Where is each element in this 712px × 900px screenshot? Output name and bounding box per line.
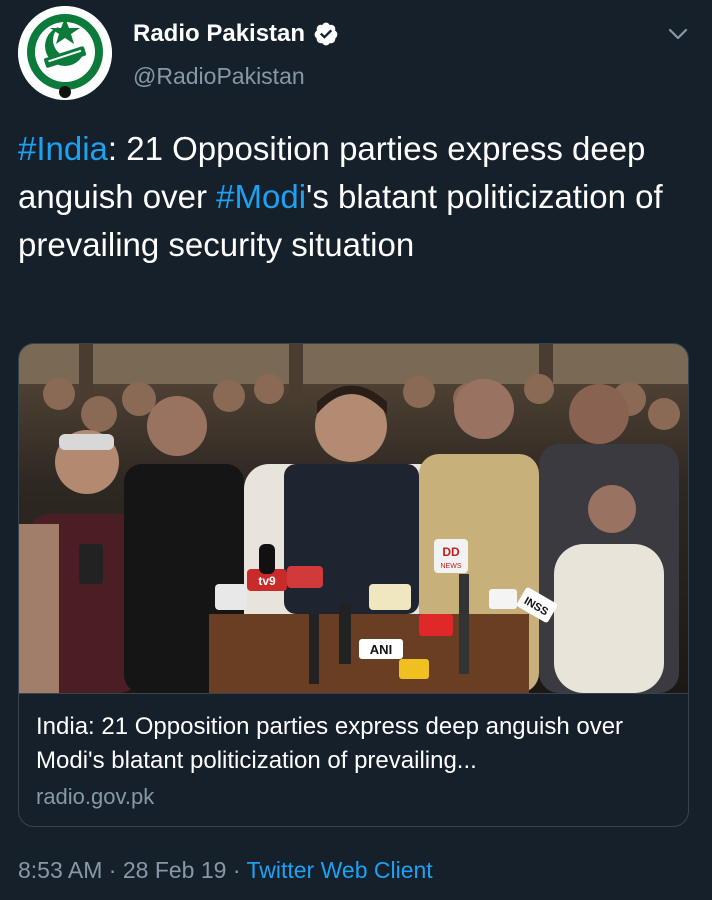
- press-conference-photo: tv9 DD NEWS ANI INSS: [19, 344, 688, 693]
- tweet: Radio Pakistan @RadioPakistan #India: 21…: [0, 0, 712, 900]
- card-body: India: 21 Opposition parties express dee…: [19, 693, 688, 826]
- radio-pakistan-logo: [18, 6, 112, 100]
- mic-label-ani: ANI: [370, 642, 392, 657]
- mic-label-dd-news: NEWS: [441, 563, 462, 570]
- link-card[interactable]: tv9 DD NEWS ANI INSS India: 21 Oppositio…: [18, 343, 689, 827]
- card-domain: radio.gov.pk: [36, 784, 155, 809]
- tweet-text: #India: 21 Opposition parties express de…: [18, 125, 688, 269]
- tweet-client-link[interactable]: Twitter Web Client: [246, 857, 432, 883]
- tweet-time[interactable]: 8:53 AM: [18, 857, 102, 883]
- avatar[interactable]: [18, 6, 112, 100]
- hashtag-modi[interactable]: #Modi: [216, 178, 306, 215]
- tweet-meta: 8:53 AM · 28 Feb 19 · Twitter Web Client: [18, 856, 433, 884]
- chevron-down-icon[interactable]: [666, 22, 690, 46]
- meta-separator: ·: [108, 857, 117, 883]
- mic-label-tv9: tv9: [258, 574, 276, 588]
- card-title: India: 21 Opposition parties express dee…: [36, 713, 624, 774]
- author-name[interactable]: Radio Pakistan: [133, 20, 305, 48]
- author-name-row[interactable]: Radio Pakistan: [133, 20, 339, 48]
- verified-badge-icon: [314, 22, 338, 46]
- hashtag-india[interactable]: #India: [18, 130, 108, 167]
- mic-label-dd: DD: [442, 545, 460, 559]
- tweet-date[interactable]: 28 Feb 19: [123, 857, 227, 883]
- card-image: tv9 DD NEWS ANI INSS: [19, 344, 688, 693]
- meta-separator: ·: [232, 857, 241, 883]
- author-handle[interactable]: @RadioPakistan: [133, 62, 305, 90]
